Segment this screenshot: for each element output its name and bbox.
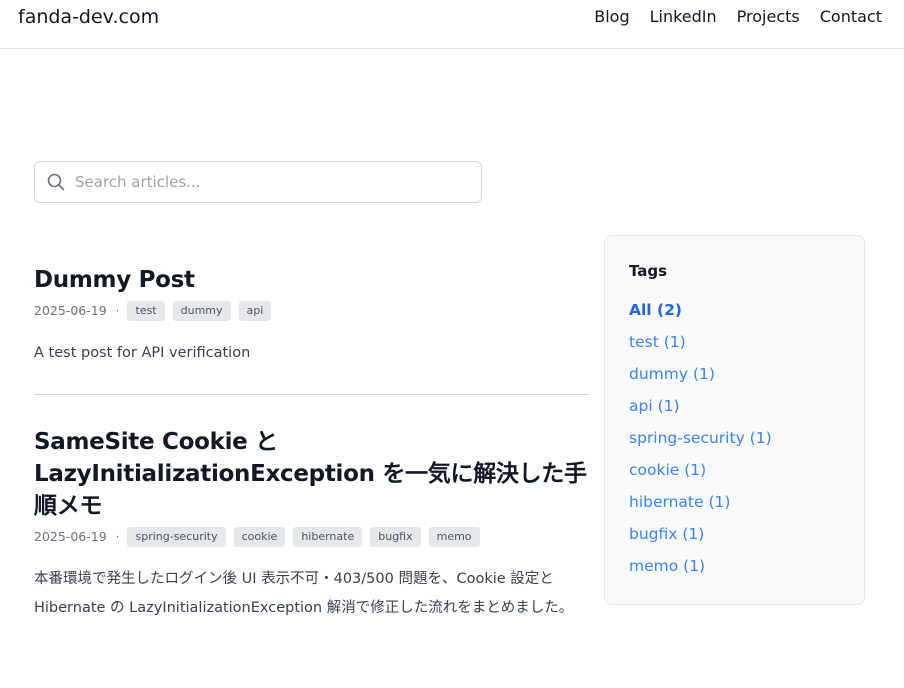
site-logo[interactable]: fanda-dev.com <box>18 6 159 28</box>
tag-filter-list: All (2) test (1) dummy (1) api (1) sprin… <box>629 300 840 588</box>
post-tag[interactable]: spring-security <box>127 526 226 547</box>
tag-filter-test[interactable]: test (1) <box>629 333 686 351</box>
meta-separator: · <box>115 303 120 318</box>
sidebar-title: Tags <box>629 262 668 280</box>
tag-filter-item: cookie (1) <box>629 460 840 492</box>
post-date: 2025-06-19 <box>34 303 107 318</box>
tag-filter-cookie[interactable]: cookie (1) <box>629 461 706 479</box>
nav-projects[interactable]: Projects <box>737 7 800 26</box>
nav-linkedin[interactable]: LinkedIn <box>650 7 717 26</box>
tag-filter-item: memo (1) <box>629 556 840 588</box>
tag-filter-item: All (2) <box>629 300 840 332</box>
post-tag[interactable]: test <box>127 300 165 321</box>
main-nav: Blog LinkedIn Projects Contact <box>594 7 882 26</box>
post-tag[interactable]: cookie <box>233 526 286 547</box>
tag-filter-spring-security[interactable]: spring-security (1) <box>629 429 772 447</box>
tag-filter-item: hibernate (1) <box>629 492 840 524</box>
search-input[interactable] <box>75 170 465 194</box>
search-icon <box>47 173 65 191</box>
tag-filter-api[interactable]: api (1) <box>629 397 680 415</box>
tag-filter-item: api (1) <box>629 396 840 428</box>
post-card: SameSite Cookie と LazyInitializationExce… <box>34 426 588 623</box>
post-title: SameSite Cookie と LazyInitializationExce… <box>34 426 588 522</box>
post-meta: 2025-06-19 · spring-security cookie hibe… <box>34 526 588 547</box>
tag-filter-item: spring-security (1) <box>629 428 840 460</box>
meta-separator: · <box>115 529 120 544</box>
post-tag[interactable]: hibernate <box>293 526 363 547</box>
post-card: Dummy Post 2025-06-19 · test dummy api A… <box>34 264 588 395</box>
tag-filter-item: bugfix (1) <box>629 524 840 556</box>
post-title-link[interactable]: SameSite Cookie と LazyInitializationExce… <box>34 429 587 519</box>
post-tag[interactable]: bugfix <box>370 526 421 547</box>
tag-filter-dummy[interactable]: dummy (1) <box>629 365 715 383</box>
post-tag[interactable]: memo <box>428 526 480 547</box>
post-tag[interactable]: dummy <box>172 300 231 321</box>
post-title-link[interactable]: Dummy Post <box>34 267 195 293</box>
tag-filter-bugfix[interactable]: bugfix (1) <box>629 525 704 543</box>
nav-contact[interactable]: Contact <box>820 7 882 26</box>
post-tag[interactable]: api <box>238 300 272 321</box>
tag-filter-hibernate[interactable]: hibernate (1) <box>629 493 730 511</box>
search-box <box>34 161 482 203</box>
site-header: fanda-dev.com Blog LinkedIn Projects Con… <box>0 0 904 49</box>
tag-filter-all[interactable]: All (2) <box>629 301 682 319</box>
tag-filter-memo[interactable]: memo (1) <box>629 557 705 575</box>
post-excerpt: A test post for API verification <box>34 345 251 361</box>
tags-sidebar: Tags All (2) test (1) dummy (1) api (1) … <box>604 235 865 605</box>
post-meta: 2025-06-19 · test dummy api <box>34 300 588 321</box>
tag-filter-item: test (1) <box>629 332 840 364</box>
post-list: Dummy Post 2025-06-19 · test dummy api A… <box>34 264 588 623</box>
post-title: Dummy Post <box>34 264 588 296</box>
post-date: 2025-06-19 <box>34 529 107 544</box>
post-excerpt: 本番環境で発生したログイン後 UI 表示不可・403/500 問題を、Cooki… <box>34 571 574 616</box>
tag-filter-item: dummy (1) <box>629 364 840 396</box>
nav-blog[interactable]: Blog <box>594 7 629 26</box>
